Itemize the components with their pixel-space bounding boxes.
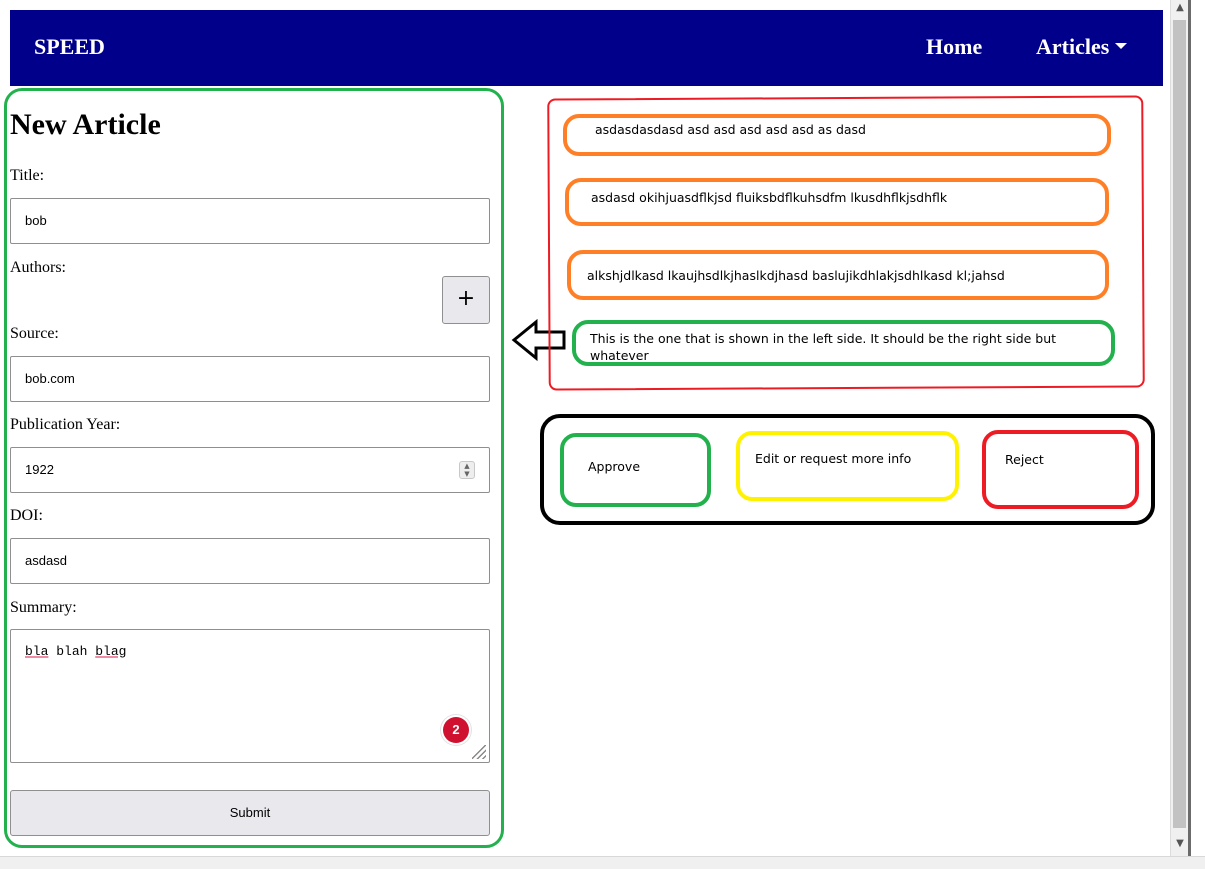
spellcheck-badge[interactable]: 2	[443, 717, 469, 743]
vertical-scrollbar[interactable]: ▲ ▼	[1170, 0, 1189, 856]
scroll-up-icon[interactable]: ▲	[1174, 2, 1186, 16]
edit-button-label: Edit or request more info	[755, 451, 912, 466]
publication-year-value: 1922	[25, 462, 54, 477]
bottom-bar	[0, 856, 1205, 869]
list-item[interactable]: asdasd okihjuasdflkjsd fluiksbdflkuhsdfm…	[565, 178, 1109, 226]
brand-logo[interactable]: SPEED	[34, 34, 105, 60]
list-item-text: alkshjdlkasd lkaujhsdlkjhaslkdjhasd basl…	[587, 268, 1005, 283]
source-input[interactable]: bob.com	[10, 356, 490, 402]
plus-icon: +	[456, 286, 476, 311]
add-author-button[interactable]: +	[442, 276, 490, 324]
source-label: Source:	[10, 325, 59, 342]
chevron-down-icon	[1115, 42, 1128, 49]
doi-input[interactable]: asdasd	[10, 538, 490, 584]
summary-word: blah	[56, 644, 88, 659]
navbar: SPEED Home Articles	[10, 10, 1163, 86]
title-input[interactable]: bob	[10, 198, 490, 244]
reject-button-label: Reject	[1005, 452, 1044, 467]
list-item-text: This is the one that is shown in the lef…	[590, 331, 1057, 363]
number-spinner-icon[interactable]: ▲ ▼	[459, 461, 475, 479]
nav-dropdown-articles[interactable]: Articles	[1036, 34, 1128, 60]
list-item-text: asdasdasdasd asd asd asd asd asd as dasd	[595, 122, 866, 137]
submit-button[interactable]: Submit	[10, 790, 490, 836]
nav-articles-label: Articles	[1036, 34, 1110, 59]
authors-label: Authors:	[10, 259, 66, 276]
approve-button-label: Approve	[588, 459, 641, 474]
approve-button[interactable]: Approve	[560, 433, 711, 507]
doi-label: DOI:	[10, 507, 43, 524]
title-label: Title:	[10, 167, 45, 184]
summary-word: blag	[95, 644, 127, 659]
summary-textarea[interactable]: bla blah blag	[10, 629, 490, 763]
window-top-edge	[0, 0, 1190, 10]
nav-link-home[interactable]: Home	[926, 34, 982, 60]
page-title: New Article	[10, 108, 161, 141]
edit-request-info-button[interactable]: Edit or request more info	[736, 431, 959, 501]
publication-year-input[interactable]: 1922 ▲ ▼	[10, 447, 490, 493]
window-edge	[1188, 0, 1191, 856]
scroll-down-icon[interactable]: ▼	[1174, 838, 1186, 852]
reject-button[interactable]: Reject	[982, 430, 1139, 509]
list-item-selected[interactable]: This is the one that is shown in the lef…	[572, 320, 1115, 366]
resize-grip-icon[interactable]	[472, 745, 486, 759]
scrollbar-thumb[interactable]	[1173, 20, 1186, 828]
list-item[interactable]: asdasdasdasd asd asd asd asd asd as dasd	[563, 114, 1111, 156]
summary-label: Summary:	[10, 599, 77, 616]
list-item-text: asdasd okihjuasdflkjsd fluiksbdflkuhsdfm…	[591, 190, 948, 205]
summary-word: bla	[25, 644, 49, 659]
list-item[interactable]: alkshjdlkasd lkaujhsdlkjhaslkdjhasd basl…	[567, 250, 1109, 300]
publication-year-label: Publication Year:	[10, 416, 121, 433]
